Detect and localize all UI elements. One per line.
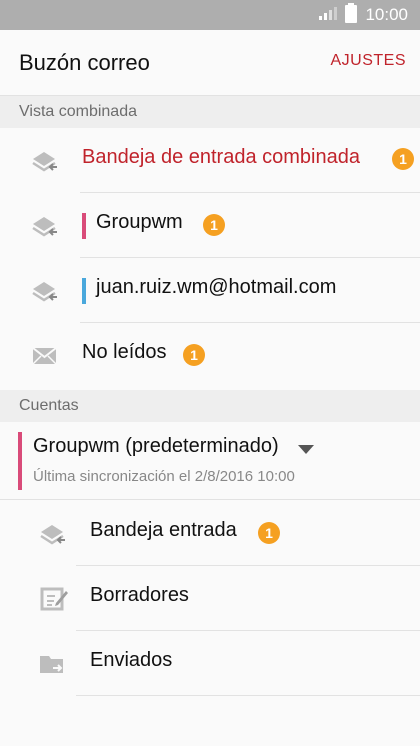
folder-drafts-item[interactable]: Borradores <box>0 566 420 631</box>
app-bar: Buzón correo AJUSTES <box>0 30 420 96</box>
folder-sent-item[interactable]: Enviados <box>0 631 420 696</box>
hotmail-label: juan.ruiz.wm@hotmail.com <box>96 276 337 298</box>
divider <box>76 695 420 696</box>
unread-count-badge: 1 <box>183 344 205 366</box>
envelope-icon <box>30 342 60 370</box>
inbox-stack-icon <box>30 212 60 240</box>
folder-inbox-item[interactable]: Bandeja entrada 1 <box>0 501 420 566</box>
sent-folder-icon <box>38 650 68 678</box>
status-icons: 10:00 <box>319 0 408 30</box>
combined-inbox-item[interactable]: Bandeja de entrada combinada 1 <box>0 128 420 193</box>
inbox-stack-icon <box>30 277 60 305</box>
inbox-stack-icon <box>30 147 60 175</box>
unread-item[interactable]: No leídos 1 <box>0 323 420 388</box>
settings-button[interactable]: AJUSTES <box>330 52 406 70</box>
status-time: 10:00 <box>365 5 408 24</box>
unread-label: No leídos <box>82 341 167 363</box>
page-title: Buzón correo <box>19 50 150 75</box>
last-sync-text: Última sincronización el 2/8/2016 10:00 <box>33 468 295 485</box>
folder-inbox-label: Bandeja entrada <box>90 519 237 541</box>
draft-edit-icon <box>40 585 70 613</box>
status-bar: 10:00 <box>0 0 420 30</box>
unread-count-badge: 1 <box>203 214 225 236</box>
section-header-combined: Vista combinada <box>0 96 420 128</box>
folder-drafts-label: Borradores <box>90 584 189 606</box>
unread-count-badge: 1 <box>392 148 414 170</box>
groupwm-inbox-item[interactable]: Groupwm 1 <box>0 193 420 258</box>
account-color-marker <box>82 213 86 239</box>
dropdown-caret-icon <box>298 445 314 454</box>
section-header-accounts: Cuentas <box>0 390 420 422</box>
hotmail-inbox-item[interactable]: juan.ruiz.wm@hotmail.com <box>0 258 420 323</box>
combined-inbox-label: Bandeja de entrada combinada <box>82 146 360 168</box>
battery-icon <box>345 2 358 28</box>
account-color-marker <box>18 432 22 490</box>
inbox-stack-icon <box>38 520 68 548</box>
signal-icon <box>319 6 338 25</box>
account-name: Groupwm (predeterminado) <box>33 435 279 457</box>
groupwm-label: Groupwm <box>96 211 183 233</box>
unread-count-badge: 1 <box>258 522 280 544</box>
account-color-marker <box>82 278 86 304</box>
account-selector[interactable]: Groupwm (predeterminado) Última sincroni… <box>0 422 420 500</box>
folder-sent-label: Enviados <box>90 649 173 671</box>
